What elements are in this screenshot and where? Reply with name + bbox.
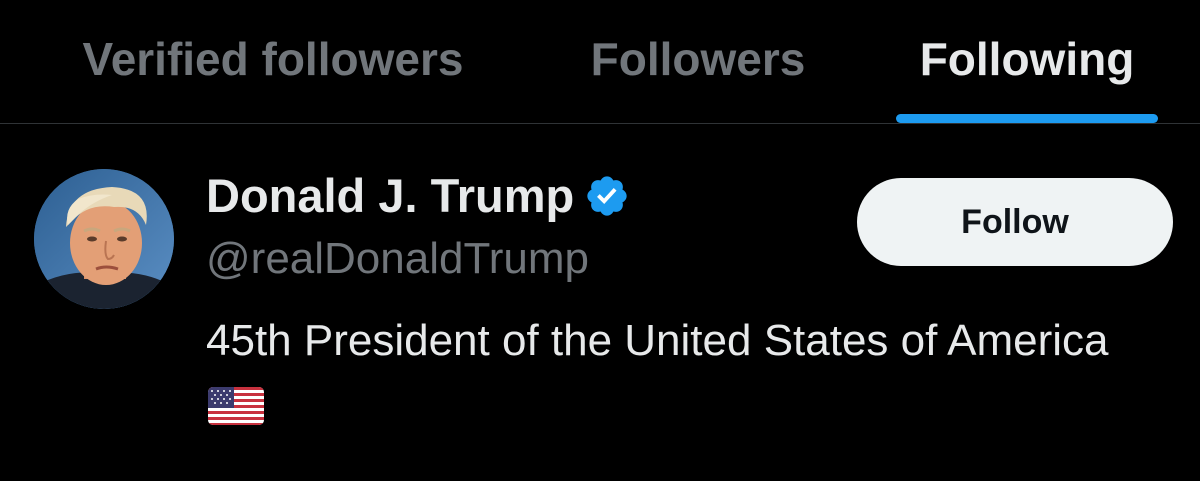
tab-following[interactable]: Following	[896, 0, 1158, 123]
verified-badge-icon[interactable]	[584, 173, 630, 219]
user-handle[interactable]: @realDonaldTrump	[206, 234, 589, 284]
tab-followers[interactable]: Followers	[568, 0, 828, 123]
tab-label: Followers	[590, 32, 806, 85]
tab-verified-followers[interactable]: Verified followers	[46, 0, 500, 123]
tab-label: Following	[919, 32, 1135, 85]
avatar-image	[34, 169, 174, 309]
active-tab-indicator	[896, 114, 1158, 123]
avatar[interactable]	[34, 169, 174, 309]
display-name[interactable]: Donald J. Trump	[206, 168, 574, 223]
tab-bar: Verified followers Followers Following	[0, 0, 1200, 123]
user-bio: 45th President of the United States of A…	[206, 308, 1146, 440]
user-cell[interactable]: Donald J. Trump @realDonaldTrump 45th Pr…	[0, 124, 1200, 481]
us-flag-icon	[208, 378, 264, 425]
display-name-row[interactable]: Donald J. Trump	[206, 168, 630, 223]
tab-label: Verified followers	[82, 32, 464, 85]
bio-text: 45th President of the United States of A…	[206, 316, 1109, 365]
follow-button[interactable]: Follow	[857, 178, 1173, 266]
